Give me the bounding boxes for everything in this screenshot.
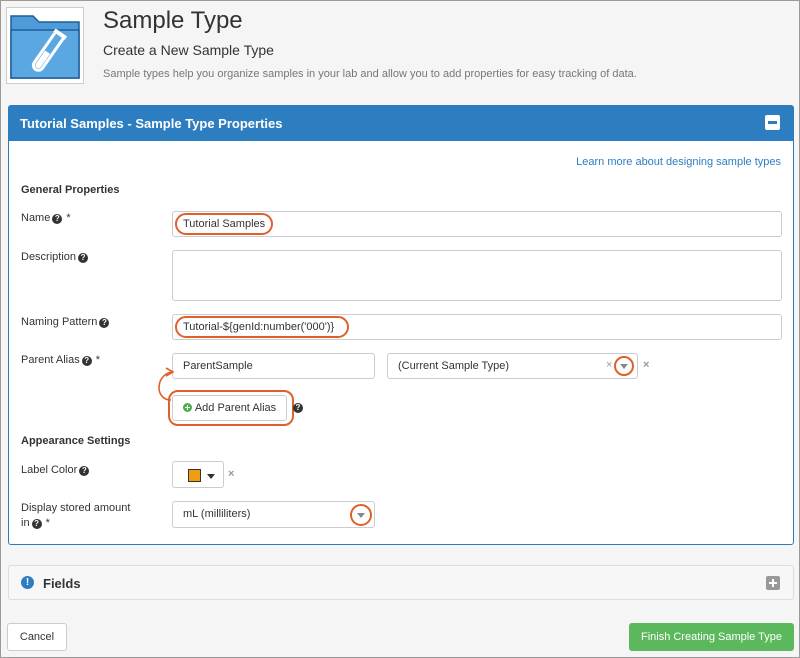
parent-alias-label: Parent Alias? * <box>21 354 100 366</box>
expand-icon[interactable] <box>766 576 780 590</box>
panel-title: Tutorial Samples - Sample Type Propertie… <box>20 116 283 131</box>
learn-more-link[interactable]: Learn more about designing sample types <box>576 156 781 168</box>
help-icon[interactable]: ? <box>79 466 90 476</box>
help-icon[interactable]: ? <box>52 214 63 224</box>
page-description: Sample types help you organize samples i… <box>103 68 637 80</box>
naming-pattern-highlight <box>175 316 349 338</box>
dropdown-highlight <box>350 504 372 526</box>
display-amount-select[interactable]: mL (milliliters) <box>172 501 375 528</box>
appearance-settings-heading: Appearance Settings <box>21 435 131 447</box>
fields-title: Fields <box>43 576 81 591</box>
help-icon[interactable]: ? <box>31 519 42 529</box>
remove-alias-icon[interactable]: × <box>643 359 649 371</box>
sample-folder-icon <box>6 7 84 84</box>
help-icon[interactable]: ? <box>78 253 89 263</box>
finish-creating-button[interactable]: Finish Creating Sample Type <box>629 623 794 651</box>
description-textarea[interactable] <box>172 250 782 301</box>
help-icon[interactable]: ? <box>81 356 92 366</box>
general-properties-heading: General Properties <box>21 184 120 196</box>
dropdown-highlight <box>614 356 634 376</box>
description-label: Description? <box>21 250 89 265</box>
help-icon[interactable]: ? <box>99 318 110 328</box>
clear-select-icon[interactable]: × <box>606 359 612 371</box>
page-title: Sample Type <box>103 7 243 34</box>
collapse-icon[interactable] <box>765 115 780 130</box>
info-icon: ! <box>21 576 34 589</box>
help-icon[interactable]: ? <box>293 403 303 413</box>
label-color-label: Label Color? <box>21 463 90 478</box>
parent-type-select[interactable]: (Current Sample Type) <box>387 353 638 379</box>
parent-alias-input[interactable]: ParentSample <box>172 353 375 379</box>
name-label: Name? * <box>21 212 71 224</box>
sample-type-properties-panel: Tutorial Samples - Sample Type Propertie… <box>8 105 794 545</box>
clear-color-icon[interactable]: × <box>228 468 234 480</box>
naming-pattern-label: Naming Pattern? <box>21 315 110 330</box>
panel-heading[interactable]: Tutorial Samples - Sample Type Propertie… <box>9 106 793 141</box>
label-color-picker[interactable] <box>172 461 224 488</box>
cancel-button[interactable]: Cancel <box>7 623 67 651</box>
fields-panel[interactable]: ! Fields <box>8 565 794 600</box>
name-highlight <box>175 213 273 235</box>
display-amount-label: Display stored amount in? * <box>21 502 131 529</box>
add-alias-highlight <box>168 390 294 426</box>
caret-down-icon <box>207 474 215 479</box>
page-subtitle: Create a New Sample Type <box>103 42 274 58</box>
color-swatch <box>188 469 201 482</box>
page-header: Sample Type Create a New Sample Type Sam… <box>1 1 799 99</box>
